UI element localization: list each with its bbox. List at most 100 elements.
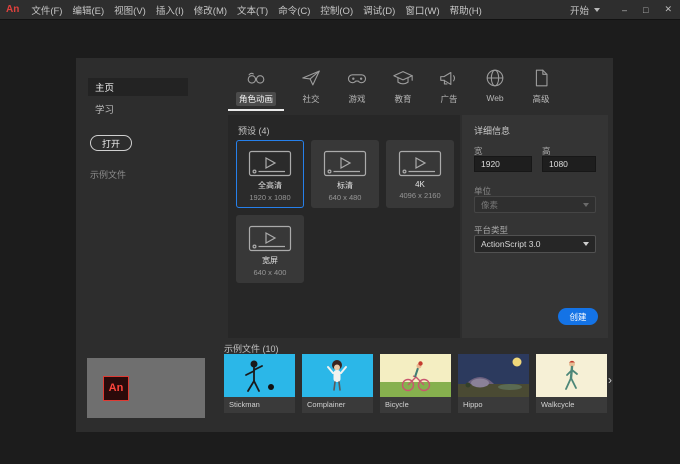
tab-ads[interactable]: 广告 [426,67,472,106]
graduation-cap-icon [393,71,413,85]
start-screen-dialog: 主页 学习 打开 示例文件 An 角色动画 社交 游戏 教育 广告 Web 高级… [76,58,613,432]
document-icon [535,69,548,87]
menu-debug[interactable]: 调试(D) [358,1,400,19]
animate-promo-card[interactable]: An [87,358,205,418]
tab-label: 角色动画 [235,92,276,106]
sample-name: Bicycle [385,400,409,409]
sample-card-bicycle[interactable]: Bicycle [380,354,451,413]
menu-text[interactable]: 文本(T) [232,1,273,19]
sidebar-learn-label: 学习 [95,105,115,116]
workspace-switcher[interactable]: 开始 [570,3,600,17]
video-preset-icon [248,150,292,177]
preset-widescreen[interactable]: 宽屏 640 x 400 [236,215,304,283]
preset-sd[interactable]: 标清 640 x 480 [311,140,379,208]
presets-header: 预设 (4) [238,126,270,136]
chevron-down-icon [583,202,589,207]
sample-name: Stickman [229,400,260,409]
tab-advanced[interactable]: 高级 [518,67,564,106]
sample-card-complainer[interactable]: Complainer [302,354,373,413]
titlebar: An 文件(F) 编辑(E) 视图(V) 插入(I) 修改(M) 文本(T) 命… [0,0,680,20]
chevron-down-icon [583,242,589,246]
samples-next-icon[interactable]: › [608,373,612,387]
maximize-button[interactable]: □ [635,4,656,16]
tab-label: 教育 [394,94,412,104]
sample-name: Complainer [307,400,346,409]
preset-dims: 4096 x 2160 [399,191,441,200]
samples-row: Stickman Complainer Bicycle Hippo Walkcy… [224,354,607,413]
game-controller-icon [347,74,367,84]
sample-card-hippo[interactable]: Hippo [458,354,529,413]
preset-name: 标清 [337,181,353,190]
preset-4k[interactable]: 4K 4096 x 2160 [386,140,454,208]
menu-commands[interactable]: 命令(C) [273,1,315,19]
preset-name: 宽屏 [262,256,278,265]
tab-game[interactable]: 游戏 [334,67,380,106]
video-preset-icon [323,150,367,177]
open-button[interactable]: 打开 [90,135,132,151]
platform-value: ActionScript 3.0 [481,239,541,249]
close-button[interactable]: ✕ [656,3,680,16]
menu-file[interactable]: 文件(F) [26,1,67,19]
stickman-thumbnail [224,354,295,397]
menu-insert[interactable]: 插入(I) [151,1,189,19]
preset-dims: 1920 x 1080 [249,193,291,202]
menubar: 文件(F) 编辑(E) 视图(V) 插入(I) 修改(M) 文本(T) 命令(C… [26,1,486,19]
units-select: 像素 [474,196,596,213]
hippo-thumbnail [458,354,529,397]
create-button[interactable]: 创建 [558,308,598,325]
details-header: 详细信息 [474,126,511,136]
preset-dims: 640 x 400 [253,268,287,277]
paper-plane-icon [302,70,320,86]
video-preset-icon [248,225,292,252]
tab-label: 社交 [302,94,320,104]
sample-name: Hippo [463,400,483,409]
preset-dims: 640 x 480 [328,193,362,202]
minimize-button[interactable]: – [614,4,635,16]
animate-window: An 文件(F) 编辑(E) 视图(V) 插入(I) 修改(M) 文本(T) 命… [0,0,680,464]
tab-education[interactable]: 教育 [380,67,426,106]
width-input[interactable] [474,156,532,172]
megaphone-icon [440,71,456,85]
details-panel: 详细信息 宽 高 单位 像素 平台类型 ActionScript 3.0 创建 [462,115,608,338]
menu-edit[interactable]: 编辑(E) [67,1,109,19]
menu-modify[interactable]: 修改(M) [189,1,232,19]
height-input[interactable] [542,156,596,172]
units-value: 像素 [481,199,499,210]
character-icon [247,72,265,84]
tab-label: 高级 [532,94,550,104]
sidebar-item-home[interactable]: 主页 [88,78,188,96]
globe-icon [486,69,504,87]
tab-character-animation[interactable]: 角色动画 [224,67,288,106]
presets-panel: 预设 (4) 全高清 1920 x 1080 标清 640 x 480 4K 4… [228,115,460,338]
animate-app-icon: An [6,4,20,15]
menu-control[interactable]: 控制(O) [315,1,358,19]
tab-label: 游戏 [348,94,366,104]
category-tabs: 角色动画 社交 游戏 教育 广告 Web 高级 [224,67,564,106]
walkcycle-thumbnail [536,354,607,397]
preset-name: 4K [415,180,425,189]
platform-select[interactable]: ActionScript 3.0 [474,235,596,253]
video-preset-icon [398,150,442,177]
chevron-down-icon [594,7,600,12]
sample-card-stickman[interactable]: Stickman [224,354,295,413]
tab-label: 广告 [440,94,458,104]
sample-name: Walkcycle [541,400,575,409]
sample-card-walkcycle[interactable]: Walkcycle [536,354,607,413]
tab-social[interactable]: 社交 [288,67,334,106]
menu-help[interactable]: 帮助(H) [445,1,487,19]
workspace-label: 开始 [569,5,589,17]
menu-view[interactable]: 视图(V) [109,1,151,19]
menu-window[interactable]: 窗口(W) [400,1,444,19]
complainer-thumbnail [302,354,373,397]
sidebar-files-label: 示例文件 [90,170,127,180]
animate-logo-icon: An [103,375,129,401]
sidebar-item-learn[interactable]: 学习 [88,100,188,118]
sidebar-home-label: 主页 [95,83,115,94]
bicycle-thumbnail [380,354,451,397]
preset-full-hd[interactable]: 全高清 1920 x 1080 [236,140,304,208]
preset-grid: 全高清 1920 x 1080 标清 640 x 480 4K 4096 x 2… [236,140,462,283]
selected-tab-underline [228,109,284,111]
tab-web[interactable]: Web [472,67,518,106]
tab-label: Web [486,93,504,103]
preset-name: 全高清 [258,181,282,190]
